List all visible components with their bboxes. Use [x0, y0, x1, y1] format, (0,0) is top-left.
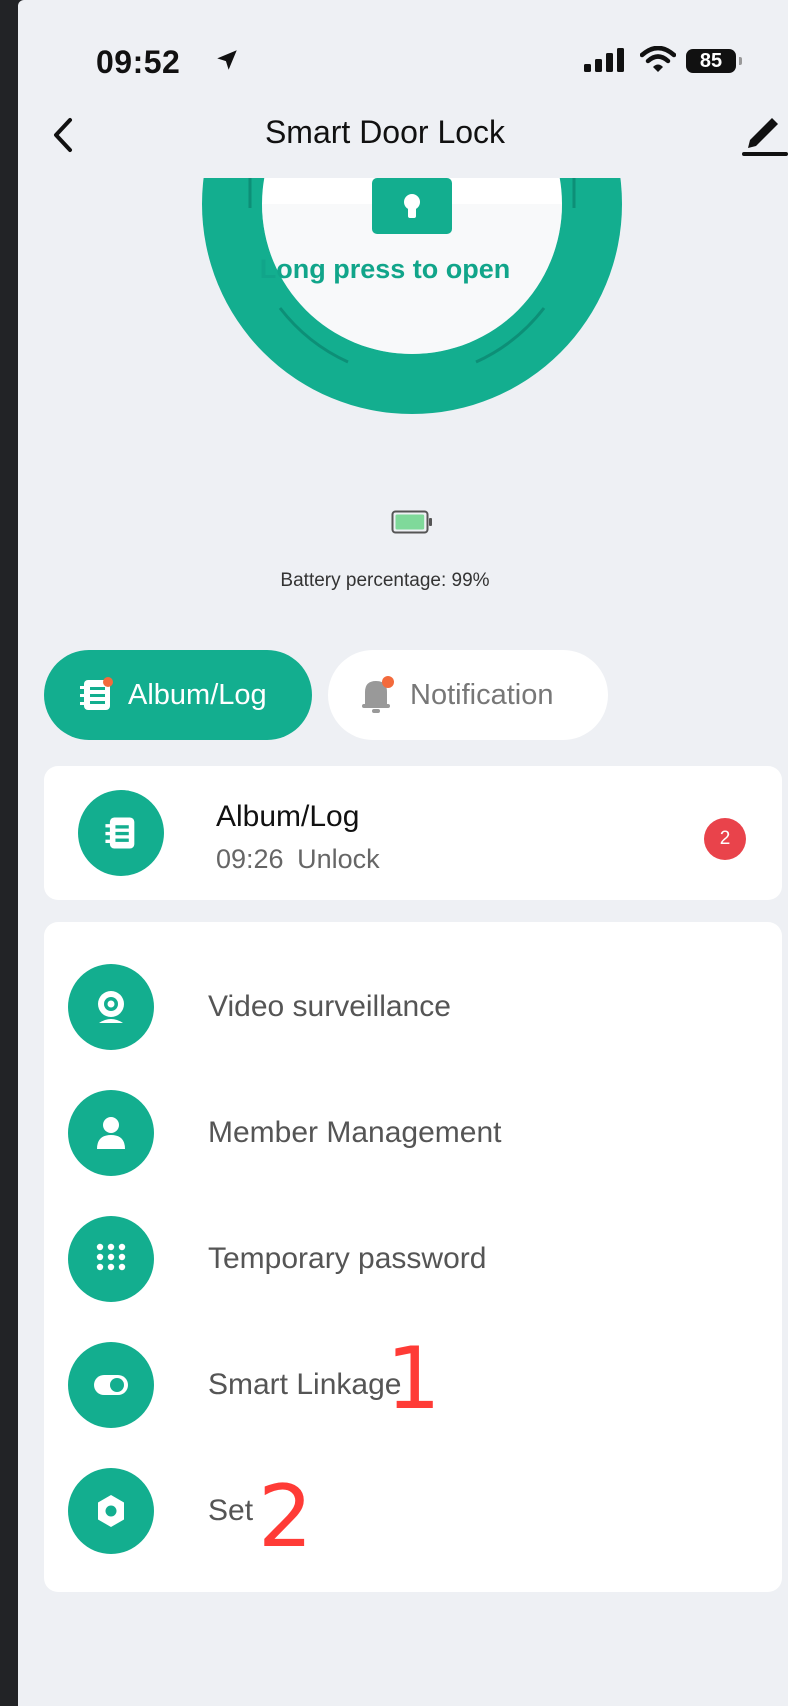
- tab-notification[interactable]: Notification: [328, 650, 608, 740]
- toggle-icon: [68, 1342, 154, 1428]
- keypad-icon: [68, 1216, 154, 1302]
- unlock-dial[interactable]: Long press to open: [18, 178, 788, 438]
- page-title: Smart Door Lock: [264, 114, 506, 150]
- battery-percentage-text: Battery percentage: 99%: [280, 570, 490, 591]
- tab-album-log-label: Album/Log: [128, 678, 267, 711]
- battery-icon: [391, 510, 432, 534]
- bell-icon: [360, 676, 394, 714]
- unread-count-badge: 2: [704, 818, 746, 860]
- tab-album-log[interactable]: Album/Log: [44, 650, 312, 740]
- menu-item-temporary-password[interactable]: Temporary password: [44, 1204, 782, 1314]
- menu-label-smart-linkage: Smart Linkage: [208, 1368, 402, 1401]
- tab-notification-label: Notification: [410, 678, 554, 711]
- album-log-card[interactable]: Album/Log 09:26 Unlock: [44, 766, 782, 900]
- menu-label-video-surveillance: Video surveillance: [208, 990, 451, 1023]
- album-log-title: Album/Log: [216, 800, 360, 833]
- log-list-icon: [78, 677, 114, 713]
- function-menu: Video surveillance Member Management Tem…: [44, 922, 782, 1592]
- annotation-number-2: 2: [258, 1467, 313, 1567]
- album-log-last-event: 09:26 Unlock: [216, 844, 380, 874]
- menu-label-member-management: Member Management: [208, 1116, 502, 1149]
- wifi-icon: [640, 46, 676, 72]
- battery-status-indicator: 85: [686, 49, 742, 73]
- album-log-icon: [78, 790, 164, 876]
- camera-icon: [68, 964, 154, 1050]
- menu-item-video-surveillance[interactable]: Video surveillance: [44, 952, 782, 1062]
- long-press-label: Long press to open: [259, 254, 511, 284]
- person-icon: [68, 1090, 154, 1176]
- edit-pencil-icon[interactable]: [742, 110, 788, 160]
- menu-label-set: Set: [208, 1494, 254, 1527]
- gear-icon: [68, 1468, 154, 1554]
- menu-item-member-management[interactable]: Member Management: [44, 1078, 782, 1188]
- location-arrow-icon: [217, 50, 237, 70]
- annotation-number-1: 1: [386, 1329, 441, 1429]
- menu-label-temporary-password: Temporary password: [208, 1242, 487, 1275]
- menu-item-set[interactable]: Set: [44, 1456, 782, 1566]
- app-screen: 09:52 85 Smart Door Lock Long press to o…: [18, 0, 788, 1706]
- status-time: 09:52: [96, 44, 181, 80]
- cell-signal-icon: [584, 48, 624, 72]
